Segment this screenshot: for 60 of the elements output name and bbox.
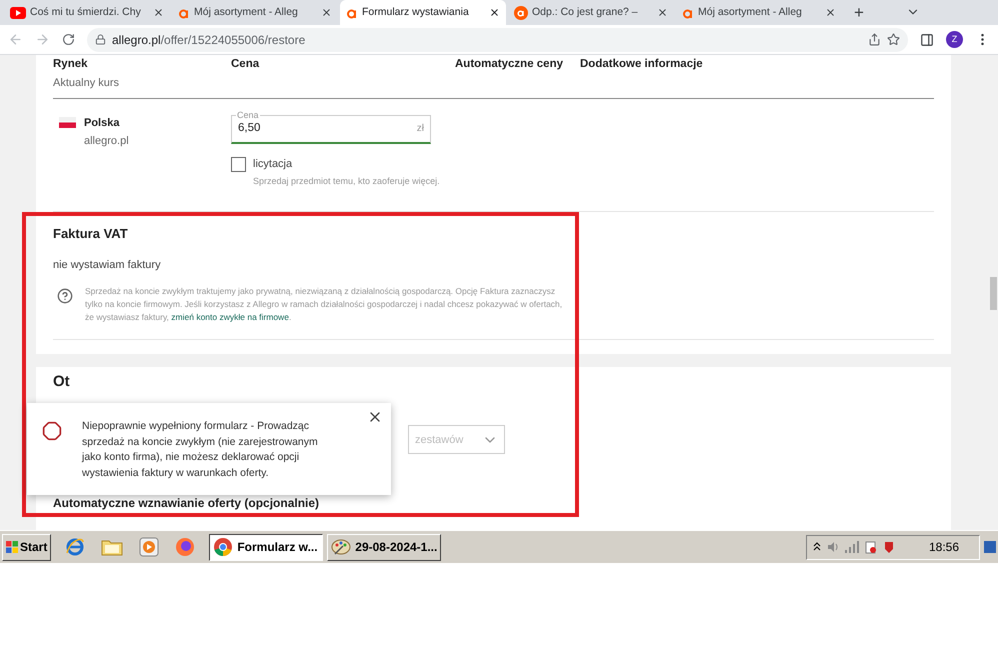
tab-title: Odp.: Co jest grane? – — [532, 4, 638, 20]
network-error-icon[interactable] — [865, 540, 877, 554]
reload-icon[interactable] — [62, 33, 75, 46]
tab-title: Coś mi tu śmierdzi. Chy — [30, 4, 141, 20]
site-logo-icon — [514, 6, 528, 20]
invoice-value: nie wystawiam faktury — [53, 258, 162, 273]
start-button[interactable]: Start — [2, 534, 52, 560]
column-header: Cena — [231, 57, 260, 72]
site-logo-icon — [346, 6, 358, 18]
browser-tab[interactable]: Formularz wystawiania — [340, 0, 506, 25]
paint-palette-icon — [331, 538, 352, 556]
taskbar-button[interactable]: Formularz w... — [209, 534, 324, 560]
side-panel-icon[interactable] — [920, 32, 934, 46]
windows-flag-icon — [6, 541, 18, 553]
help-icon — [57, 288, 73, 304]
section-subtitle: Automatyczne wznawianie oferty (opcjonalnie) — [53, 497, 320, 510]
close-icon[interactable] — [657, 7, 668, 18]
section-title: Ot — [53, 373, 71, 392]
close-icon[interactable] — [321, 7, 332, 18]
tab-title: Mój asortyment - Alleg — [698, 4, 802, 20]
checkbox-label: licytacja — [253, 156, 292, 172]
address-field[interactable]: allegro.pl/offer/15224055006/restore — [87, 28, 908, 52]
toast-message: Niepoprawnie wypełniony formularz - Prowadząc sprzedaż na koncie zwykłym (nie zarejestrowanym jako konto firma), nie możesz deklarować opcji wystawienia faktury w warunkach oferty. — [82, 419, 319, 480]
lock-icon — [95, 34, 106, 45]
close-icon[interactable] — [489, 7, 500, 18]
info-text: Sprzedaż na koncie zwykłym traktujemy jako prywatną, niezwiązaną z działalnością gospodarczą. Opcję Faktura zaznaczysz tylko na koncie firmowym. Jeśli korzystasz z Allegro w ramach działalności gospodarczej i nadal chcesz pokazywać w ofertach, że wystawiasz faktury, zmień konto zwykłe na firmowe. — [85, 285, 564, 324]
new-tab-button[interactable]: + — [850, 0, 868, 25]
account-link[interactable]: zmień konto zwykłe na firmowe — [171, 312, 289, 322]
security-icon[interactable] — [883, 540, 895, 554]
site-logo-icon — [682, 6, 694, 18]
column-subheader: Aktualny kurs — [53, 75, 130, 99]
expand-tray-icon[interactable] — [813, 542, 821, 552]
video-site-icon — [10, 6, 26, 18]
share-icon[interactable] — [868, 33, 881, 46]
column-header: Dodatkowe informacje — [580, 57, 704, 72]
auction-checkbox[interactable] — [231, 156, 246, 172]
error-icon — [42, 421, 62, 441]
url-text: allegro.pl/offer/15224055006/restore — [112, 32, 306, 48]
tab-title: Formularz wystawiania — [362, 4, 469, 20]
site-name: allegro.pl — [84, 134, 129, 150]
section-title: Faktura VAT — [53, 225, 129, 244]
tab-title: Mój asortyment - Alleg — [194, 4, 298, 20]
checkbox-hint: Sprzedaj przedmiot temu, kto zaoferuje więcej. — [252, 175, 441, 188]
taskbar-button[interactable]: 29-08-2024-1... — [327, 534, 442, 560]
clock-time: 18:56 — [928, 539, 959, 556]
close-icon[interactable] — [153, 7, 164, 18]
profile-avatar[interactable]: Z — [946, 31, 963, 48]
browser-icon[interactable] — [65, 537, 86, 557]
close-icon[interactable] — [825, 7, 836, 18]
column-header: Automatyczne ceny — [455, 57, 564, 72]
media-player-icon[interactable] — [139, 537, 160, 557]
bookmark-star-icon[interactable] — [887, 33, 900, 46]
flag-icon — [59, 116, 76, 128]
price-value: 6,50 — [238, 121, 262, 136]
country-name: Polska — [84, 116, 120, 131]
currency-unit: zł — [416, 122, 424, 136]
folder-icon[interactable] — [101, 538, 124, 556]
browser-icon — [213, 537, 234, 557]
column-header: Rynek — [53, 57, 89, 72]
site-logo-icon — [178, 6, 190, 18]
